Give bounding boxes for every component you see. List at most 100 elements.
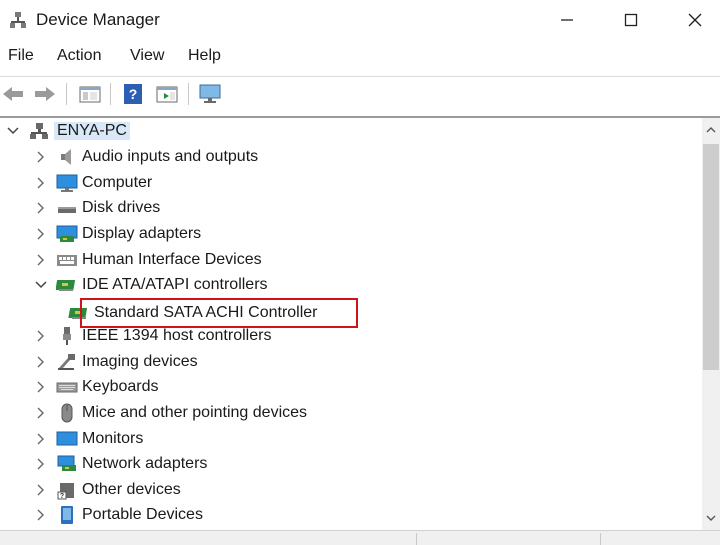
- menu-file[interactable]: File: [8, 47, 34, 65]
- unknown-device-icon: ?: [56, 480, 78, 500]
- tree-item-disk-drives[interactable]: Disk drives: [32, 196, 160, 220]
- menu-help[interactable]: Help: [188, 47, 221, 65]
- window-title: Device Manager: [36, 10, 160, 29]
- display-adapter-icon: [56, 224, 78, 244]
- chevron-right-icon[interactable]: [32, 404, 50, 422]
- help-icon: ?: [124, 84, 142, 104]
- chevron-right-icon[interactable]: [32, 481, 50, 499]
- tree-item-label: IEEE 1394 host controllers: [82, 327, 272, 344]
- maximize-icon: [624, 13, 638, 27]
- hid-icon: [56, 250, 78, 270]
- chevron-right-icon[interactable]: [32, 455, 50, 473]
- menu-bar: File Action View Help: [0, 42, 720, 72]
- chevron-down-icon[interactable]: [32, 276, 50, 294]
- ide-controller-icon: [56, 275, 78, 295]
- chevron-up-icon: [706, 127, 716, 133]
- tree-item-label: Disk drives: [82, 199, 161, 216]
- tree-item-label: Human Interface Devices: [82, 251, 262, 268]
- chevron-right-icon[interactable]: [32, 174, 50, 192]
- tree-item-portable-devices[interactable]: Portable Devices: [32, 503, 203, 527]
- chevron-right-icon[interactable]: [32, 430, 50, 448]
- chevron-down-icon[interactable]: [4, 122, 22, 140]
- tree-item-label: Monitors: [82, 430, 144, 447]
- chevron-down-icon: [706, 515, 716, 521]
- portable-device-icon: [56, 505, 78, 525]
- action-pane-icon: [156, 86, 178, 103]
- chevron-right-icon[interactable]: [32, 251, 50, 269]
- tree-item-other-devices[interactable]: ? Other devices: [32, 478, 181, 502]
- close-button[interactable]: [668, 0, 720, 40]
- minimize-button[interactable]: [540, 0, 594, 40]
- title-bar: Device Manager: [0, 0, 720, 40]
- keyboard-icon: [56, 377, 78, 397]
- scan-monitor-icon: [199, 84, 221, 103]
- tree-item-label: Computer: [82, 174, 153, 191]
- tree-item-label: Mice and other pointing devices: [82, 404, 308, 421]
- tree-item-label: Imaging devices: [82, 353, 198, 370]
- svg-text:?: ?: [60, 493, 64, 500]
- plug-icon: [56, 326, 78, 346]
- tree-item-label: Portable Devices: [82, 506, 203, 523]
- scroll-thumb[interactable]: [703, 144, 719, 370]
- close-icon: [688, 13, 702, 27]
- tree-item-label: Display adapters: [82, 225, 202, 242]
- scroll-up-button[interactable]: [702, 118, 720, 142]
- chevron-right-icon[interactable]: [32, 148, 50, 166]
- toolbar-separator: [188, 83, 189, 105]
- tree-item-label: Other devices: [82, 481, 181, 498]
- speaker-icon: [56, 147, 78, 167]
- forward-button[interactable]: [32, 81, 58, 107]
- forward-arrow-icon: [35, 87, 55, 101]
- menu-view[interactable]: View: [130, 47, 164, 65]
- show-action-pane-button[interactable]: [154, 81, 180, 107]
- back-button[interactable]: [0, 81, 26, 107]
- mouse-icon: [56, 403, 78, 423]
- tree-item-ide-controllers[interactable]: IDE ATA/ATAPI controllers: [32, 273, 268, 297]
- tree-item-audio[interactable]: Audio inputs and outputs: [32, 145, 258, 169]
- tree-item-label: Keyboards: [82, 378, 159, 395]
- monitor-icon: [56, 429, 78, 449]
- tree-root-label: ENYA-PC: [54, 122, 130, 140]
- maximize-button[interactable]: [604, 0, 658, 40]
- status-bar: [0, 530, 720, 545]
- show-hide-console-tree-button[interactable]: [77, 81, 103, 107]
- chevron-right-icon[interactable]: [32, 378, 50, 396]
- chevron-right-icon[interactable]: [32, 225, 50, 243]
- svg-text:?: ?: [129, 86, 138, 102]
- console-tree-icon: [79, 86, 101, 103]
- device-manager-icon: [8, 10, 28, 30]
- menu-action[interactable]: Action: [57, 47, 101, 65]
- toolbar-separator: [66, 83, 67, 105]
- tree-item-ieee1394[interactable]: IEEE 1394 host controllers: [32, 324, 271, 348]
- network-icon: [56, 454, 78, 474]
- computer-tree-icon: [28, 121, 50, 141]
- monitor-icon: [56, 173, 78, 193]
- tree-item-imaging[interactable]: Imaging devices: [32, 350, 198, 374]
- tree-item-label: Audio inputs and outputs: [82, 148, 259, 165]
- chevron-right-icon[interactable]: [32, 199, 50, 217]
- toolbar-separator: [110, 83, 111, 105]
- chevron-right-icon[interactable]: [32, 506, 50, 524]
- tree-item-display-adapters[interactable]: Display adapters: [32, 222, 201, 246]
- tree-item-label: IDE ATA/ATAPI controllers: [82, 276, 268, 293]
- toolbar: ?: [0, 76, 720, 110]
- status-separator: [416, 533, 417, 545]
- scroll-down-button[interactable]: [702, 506, 720, 530]
- tree-item-network[interactable]: Network adapters: [32, 452, 207, 476]
- tree-root-enya-pc[interactable]: ENYA-PC: [4, 119, 130, 143]
- back-arrow-icon: [3, 87, 23, 101]
- tree-item-keyboards[interactable]: Keyboards: [32, 375, 159, 399]
- minimize-icon: [561, 19, 573, 21]
- chevron-right-icon[interactable]: [32, 327, 50, 345]
- status-separator: [600, 533, 601, 545]
- tree-item-hid[interactable]: Human Interface Devices: [32, 248, 262, 272]
- tree-item-computer[interactable]: Computer: [32, 171, 152, 195]
- camera-icon: [56, 352, 78, 372]
- tree-item-mice[interactable]: Mice and other pointing devices: [32, 401, 307, 425]
- chevron-right-icon[interactable]: [32, 353, 50, 371]
- tree-item-monitors[interactable]: Monitors: [32, 427, 143, 451]
- scan-hardware-button[interactable]: [197, 81, 223, 107]
- disk-drive-icon: [56, 198, 78, 218]
- help-button[interactable]: ?: [120, 81, 146, 107]
- tree-item-label: Network adapters: [82, 455, 208, 472]
